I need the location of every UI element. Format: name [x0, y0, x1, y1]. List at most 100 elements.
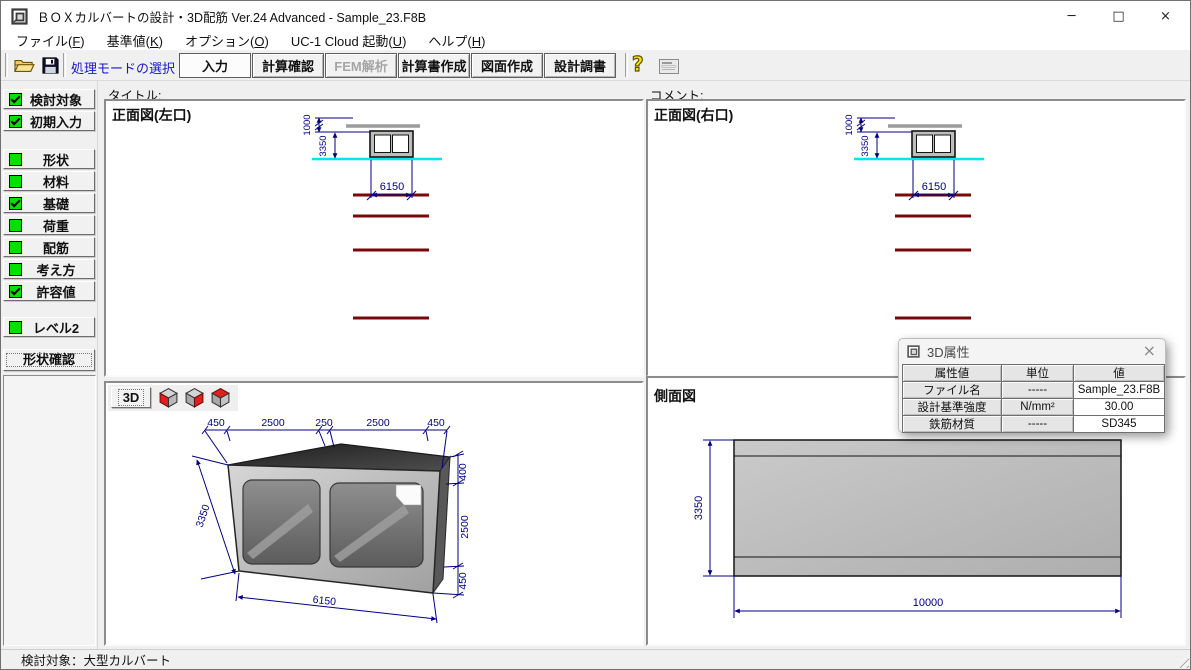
dim-400-right: 400	[457, 463, 469, 481]
row-unit: N/mm²	[1001, 398, 1074, 416]
menu-text: 基準値(	[106, 34, 150, 49]
cube-view-top-button[interactable]	[210, 387, 232, 409]
row-unit: -----	[1001, 381, 1074, 399]
sidebar-item-label: レベル2	[32, 320, 80, 336]
app-window: ＢＯＸカルバートの設計・3D配筋 Ver.24 Advanced - Sampl…	[0, 0, 1191, 670]
save-button[interactable]	[38, 55, 62, 76]
menu-key: U	[392, 34, 403, 49]
status-checkbox	[9, 174, 22, 188]
sidebar-item-keijou[interactable]: 形状	[3, 149, 95, 169]
table-row: ファイル名 ----- Sample_23.F8B	[902, 381, 1165, 399]
view-3d-button[interactable]: 3D	[111, 387, 151, 408]
window-controls: ─ □ ×	[1048, 1, 1189, 31]
row-label: 設計基準強度	[902, 398, 1002, 416]
minimize-button[interactable]: ─	[1048, 1, 1095, 31]
menu-text: ファイル(	[16, 34, 73, 49]
close-button[interactable]: ×	[1142, 1, 1189, 31]
toolbar-separator	[63, 53, 66, 77]
sidebar-item-zairyou[interactable]: 材料	[3, 171, 95, 191]
menu-text: UC-1 Cloud 起動(	[290, 34, 393, 49]
menu-file[interactable]: ファイル(F)	[5, 31, 96, 50]
toolbar-separator	[625, 53, 628, 77]
cube-view-left-button[interactable]	[158, 387, 180, 409]
dim-height: 3350	[693, 496, 705, 520]
popup-titlebar[interactable]: 3D属性 ×	[899, 339, 1165, 364]
maximize-button[interactable]: □	[1095, 1, 1142, 31]
header-attribute: 属性値	[902, 364, 1002, 382]
dim-width: 10000	[913, 597, 944, 609]
panel-title: 側面図	[654, 388, 696, 404]
row-value: Sample_23.F8B	[1073, 381, 1165, 399]
shape-confirm-button[interactable]: 形状確認	[3, 349, 95, 371]
sidebar-item-kyoyouchi[interactable]: 許容値	[3, 281, 95, 301]
sidebar-item-kentou-taishou[interactable]: 検討対象	[3, 89, 95, 109]
window-title: ＢＯＸカルバートの設計・3D配筋 Ver.24 Advanced - Sampl…	[37, 10, 427, 25]
mode-select-label: 処理モードの選択	[71, 61, 176, 76]
menu-text: ヘルプ(	[428, 34, 472, 49]
culvert-3d-drawing: 450 2500 250 2500 450 3350 6150 400 2500…	[191, 417, 471, 624]
dim-height: 3350	[318, 135, 329, 156]
sidebar-item-shoki-nyuryoku[interactable]: 初期入力	[3, 111, 95, 131]
culvert-cell-left	[916, 134, 933, 153]
mode-button-input[interactable]: 入力	[179, 53, 251, 78]
dim-2500-left: 2500	[261, 417, 285, 429]
dim-top: 1000	[302, 114, 313, 135]
menu-options[interactable]: オプション(O)	[174, 31, 280, 50]
sidebar-item-label: 形状確認	[4, 351, 94, 369]
front-view-drawing: 1000 3350 6150	[302, 114, 442, 320]
table-row: 設計基準強度 N/mm² 30.00	[902, 398, 1165, 416]
menu-standards[interactable]: 基準値(K)	[96, 31, 174, 50]
dim-250-middle: 250	[315, 417, 333, 429]
status-checkbox	[9, 320, 22, 334]
cube-left-red-icon	[159, 387, 178, 408]
mode-button-drawing[interactable]: 図面作成	[471, 53, 543, 78]
dim-width: 6150	[380, 181, 404, 193]
form-window-icon[interactable]	[659, 59, 679, 74]
culvert-3d-body	[227, 443, 452, 595]
status-checkbox	[9, 218, 22, 232]
attributes-table: 属性値 単位 値 ファイル名 ----- Sample_23.F8B 設計基準強…	[902, 364, 1165, 433]
header-unit: 単位	[1001, 364, 1074, 382]
ground-layer-lines	[895, 193, 971, 320]
cube-view-right-button[interactable]	[184, 387, 206, 409]
open-file-button[interactable]	[12, 55, 36, 76]
culvert-cell-right	[934, 134, 951, 153]
sidebar-item-label: 初期入力	[29, 114, 82, 130]
dim-450-right: 450	[427, 417, 445, 429]
dim-2500-rightside: 2500	[459, 515, 471, 539]
view-3d-button-label: 3D	[117, 389, 145, 406]
menu-text: )	[402, 34, 407, 49]
dim-width: 6150	[922, 181, 946, 193]
sidebar-item-haikin[interactable]: 配筋	[3, 237, 95, 257]
sidebar-empty-panel	[3, 375, 96, 646]
status-checkbox	[9, 240, 22, 254]
mode-button-calc-check[interactable]: 計算確認	[252, 53, 324, 78]
sidebar-item-label: 材料	[42, 174, 69, 190]
menu-key: K	[149, 34, 159, 49]
sidebar-item-level2[interactable]: レベル2	[3, 317, 95, 337]
popup-close-icon[interactable]: ×	[1143, 341, 1156, 360]
culvert-cell-right	[392, 134, 409, 153]
status-checkbox	[9, 92, 22, 106]
dim-2500-right: 2500	[366, 417, 390, 429]
menu-uc1cloud[interactable]: UC-1 Cloud 起動(U)	[280, 31, 418, 50]
resize-grip[interactable]	[1175, 654, 1189, 668]
cube-right-red-icon	[185, 387, 204, 408]
mode-button-report[interactable]: 計算書作成	[398, 53, 470, 78]
status-checkbox	[9, 284, 22, 298]
mode-button-design-record[interactable]: 設計調書	[544, 53, 616, 78]
menu-help[interactable]: ヘルプ(H)	[417, 31, 496, 50]
table-header-row: 属性値 単位 値	[902, 364, 1165, 382]
menu-text: )	[158, 34, 163, 49]
sidebar-item-kajuu[interactable]: 荷重	[3, 215, 95, 235]
open-folder-icon	[14, 59, 35, 72]
menu-text: )	[481, 34, 486, 49]
sidebar-item-kiso[interactable]: 基礎	[3, 193, 95, 213]
status-checkbox	[9, 196, 22, 210]
row-unit: -----	[1001, 415, 1074, 433]
help-icon[interactable]: ?	[631, 51, 644, 76]
sidebar-item-kangaekata[interactable]: 考え方	[3, 259, 95, 279]
sidebar-item-label: 考え方	[36, 262, 76, 278]
status-checkbox	[9, 114, 22, 128]
dim-450-rightside: 450	[457, 572, 469, 590]
